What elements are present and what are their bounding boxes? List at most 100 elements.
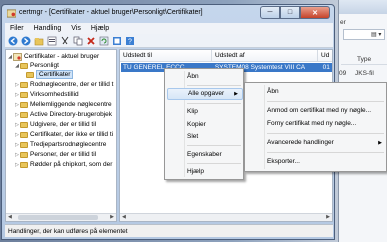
menu-item-delete[interactable]: Slet xyxy=(167,131,243,143)
menu-item-all-tasks[interactable]: Alle opgaver ▶ xyxy=(167,88,243,100)
tree-item-enterprise-trust[interactable]: ▷ Virksomhedstillid xyxy=(14,90,79,99)
maximize-button[interactable]: □ xyxy=(280,6,300,19)
tree-item-label: Active Directory-brugerobjek xyxy=(30,111,113,118)
certificate-store-icon xyxy=(13,52,22,61)
tree-root[interactable]: ◢ Certifikater - aktuel bruger xyxy=(7,52,99,61)
scroll-left-icon[interactable]: ◀ xyxy=(8,214,12,220)
folder-open-icon xyxy=(20,62,28,69)
export-icon[interactable] xyxy=(112,36,122,46)
tree-item-third-party-root[interactable]: ▷ Tredjepartsrodnøglecentre xyxy=(14,140,106,149)
menu-view[interactable]: Vis xyxy=(66,25,86,32)
context-menu: Åbn Alle opgaver ▶ Klip Kopier Slet Egen… xyxy=(164,68,244,180)
minimize-button[interactable]: ─ xyxy=(260,6,280,19)
folder-icon xyxy=(26,71,34,78)
properties-icon[interactable] xyxy=(47,36,57,46)
menu-item-open[interactable]: Åbn xyxy=(167,71,243,83)
close-button[interactable]: ✕ xyxy=(300,6,330,19)
scroll-right-icon[interactable]: ▶ xyxy=(110,214,114,220)
tree-item-smartcard-roots[interactable]: ▷ Rødder på chipkort, som der xyxy=(14,160,112,169)
tree-item-label: Virksomhedstillid xyxy=(30,91,79,98)
submenu-arrow-icon: ▶ xyxy=(234,91,238,97)
tree-item-certificates[interactable]: Certifikater xyxy=(26,70,74,79)
status-bar: Handlinger, der kan udføres på elementet xyxy=(5,224,333,237)
scroll-left-icon[interactable]: ◀ xyxy=(122,214,126,220)
column-header-issued-to[interactable]: Udstedt til xyxy=(120,50,212,62)
refresh-icon[interactable] xyxy=(99,36,109,46)
submenu-item-renew-new-key[interactable]: Forny certifikat med ny nøgle... xyxy=(247,118,386,130)
background-cell: 09 xyxy=(339,70,347,77)
up-icon[interactable] xyxy=(34,36,44,46)
menu-separator xyxy=(187,163,241,164)
column-header-issued-by[interactable]: Udstedt af xyxy=(212,50,318,62)
menu-separator xyxy=(187,103,241,104)
menu-file[interactable]: Filer xyxy=(5,25,29,32)
tree-root-label: Certifikater - aktuel bruger xyxy=(24,53,100,60)
tree-item-trusted-root[interactable]: ▷ Rodnøglecentre, der er tillid t xyxy=(14,80,113,89)
title-bar[interactable]: certmgr - [Certifikater - aktuel bruger\… xyxy=(2,5,334,22)
menu-item-label: Avancerede handlinger xyxy=(267,139,334,146)
tree-item-label: Certifikater, der ikke er tillid ti xyxy=(30,131,114,138)
folder-icon xyxy=(20,101,28,108)
menu-separator xyxy=(187,85,241,86)
folder-icon xyxy=(20,81,28,88)
tree-item-label: Rødder på chipkort, som der xyxy=(30,161,113,168)
scroll-right-icon[interactable]: ▶ xyxy=(326,214,330,220)
tree-item-untrusted[interactable]: ▷ Certifikater, der ikke er tillid ti xyxy=(14,130,113,139)
menu-item-properties[interactable]: Egenskaber xyxy=(167,149,243,161)
submenu-arrow-icon: ▶ xyxy=(378,140,382,146)
scroll-thumb[interactable] xyxy=(18,215,98,220)
cut-icon[interactable] xyxy=(60,36,70,46)
submenu-item-open[interactable]: Åbn xyxy=(247,86,386,98)
all-tasks-submenu: Åbn Anmod om certifikat med ny nøgle... … xyxy=(244,82,387,172)
tree-item-active-directory[interactable]: ▷ Active Directory-brugerobjek xyxy=(14,110,112,119)
menu-item-label: Alle opgaver xyxy=(188,90,225,97)
folder-icon xyxy=(20,131,28,138)
help-icon[interactable]: ? xyxy=(125,36,135,46)
menu-help[interactable]: Hjælp xyxy=(86,25,114,32)
folder-icon xyxy=(20,91,28,98)
list-horizontal-scrollbar[interactable]: ◀ ▶ xyxy=(120,213,332,221)
menu-separator xyxy=(267,152,384,153)
tree-item-personal[interactable]: ◢ Personligt xyxy=(14,61,59,70)
cell-expires: 01 xyxy=(322,64,330,71)
tree-item-label: Rodnøglecentre, der er tillid t xyxy=(30,81,114,88)
copy-icon[interactable] xyxy=(73,36,83,46)
tree-item-intermediate[interactable]: ▷ Mellemliggende nøglecentre xyxy=(14,100,112,109)
tree-item-label: Certifikater xyxy=(36,70,74,79)
menu-item-help[interactable]: Hjælp xyxy=(167,166,243,178)
background-window-text: er xyxy=(340,19,346,26)
column-header-expires[interactable]: Ud xyxy=(318,50,332,62)
svg-text:?: ? xyxy=(128,38,132,45)
menu-action[interactable]: Handling xyxy=(29,25,67,32)
certificate-app-icon xyxy=(7,9,16,18)
tree-item-label: Tredjepartsrodnøglecentre xyxy=(30,141,107,148)
delete-icon[interactable] xyxy=(86,36,96,46)
tree-horizontal-scrollbar[interactable]: ◀ ▶ xyxy=(6,213,116,221)
submenu-item-request-new-key[interactable]: Anmod om certifikat med ny nøgle... xyxy=(247,105,386,117)
forward-icon[interactable] xyxy=(21,36,31,46)
folder-icon xyxy=(20,161,28,168)
background-window-titlebar xyxy=(339,0,387,14)
tree-item-trusted-people[interactable]: ▷ Personer, der er tillid til xyxy=(14,150,96,159)
folder-icon xyxy=(20,111,28,118)
background-window-header: Type xyxy=(341,55,387,65)
menu-separator xyxy=(187,145,241,146)
folder-icon xyxy=(20,121,28,128)
menu-separator xyxy=(267,101,384,102)
view-options-icon[interactable]: ▤ ▾ xyxy=(343,29,385,40)
submenu-item-export[interactable]: Eksporter... xyxy=(247,156,386,168)
window-title: certmgr - [Certifikater - aktuel bruger\… xyxy=(19,9,203,16)
type-column-header[interactable]: Type xyxy=(357,56,371,63)
folder-icon xyxy=(20,141,28,148)
menu-item-copy[interactable]: Kopier xyxy=(167,119,243,131)
menu-item-cut[interactable]: Klip xyxy=(167,106,243,118)
toolbar: ? xyxy=(5,34,333,48)
menu-bar: Filer Handling Vis Hjælp xyxy=(5,23,333,34)
tree-item-label: Personligt xyxy=(30,62,59,69)
tree-item-label: Personer, der er tillid til xyxy=(30,151,97,158)
submenu-item-advanced[interactable]: Avancerede handlinger ▶ xyxy=(247,137,386,149)
back-icon[interactable] xyxy=(8,36,18,46)
tree-pane[interactable]: ◢ Certifikater - aktuel bruger ◢ Personl… xyxy=(5,49,117,222)
tree-item-label: Udgivere, der er tillid til xyxy=(30,121,97,128)
tree-item-trusted-publishers[interactable]: ▷ Udgivere, der er tillid til xyxy=(14,120,96,129)
